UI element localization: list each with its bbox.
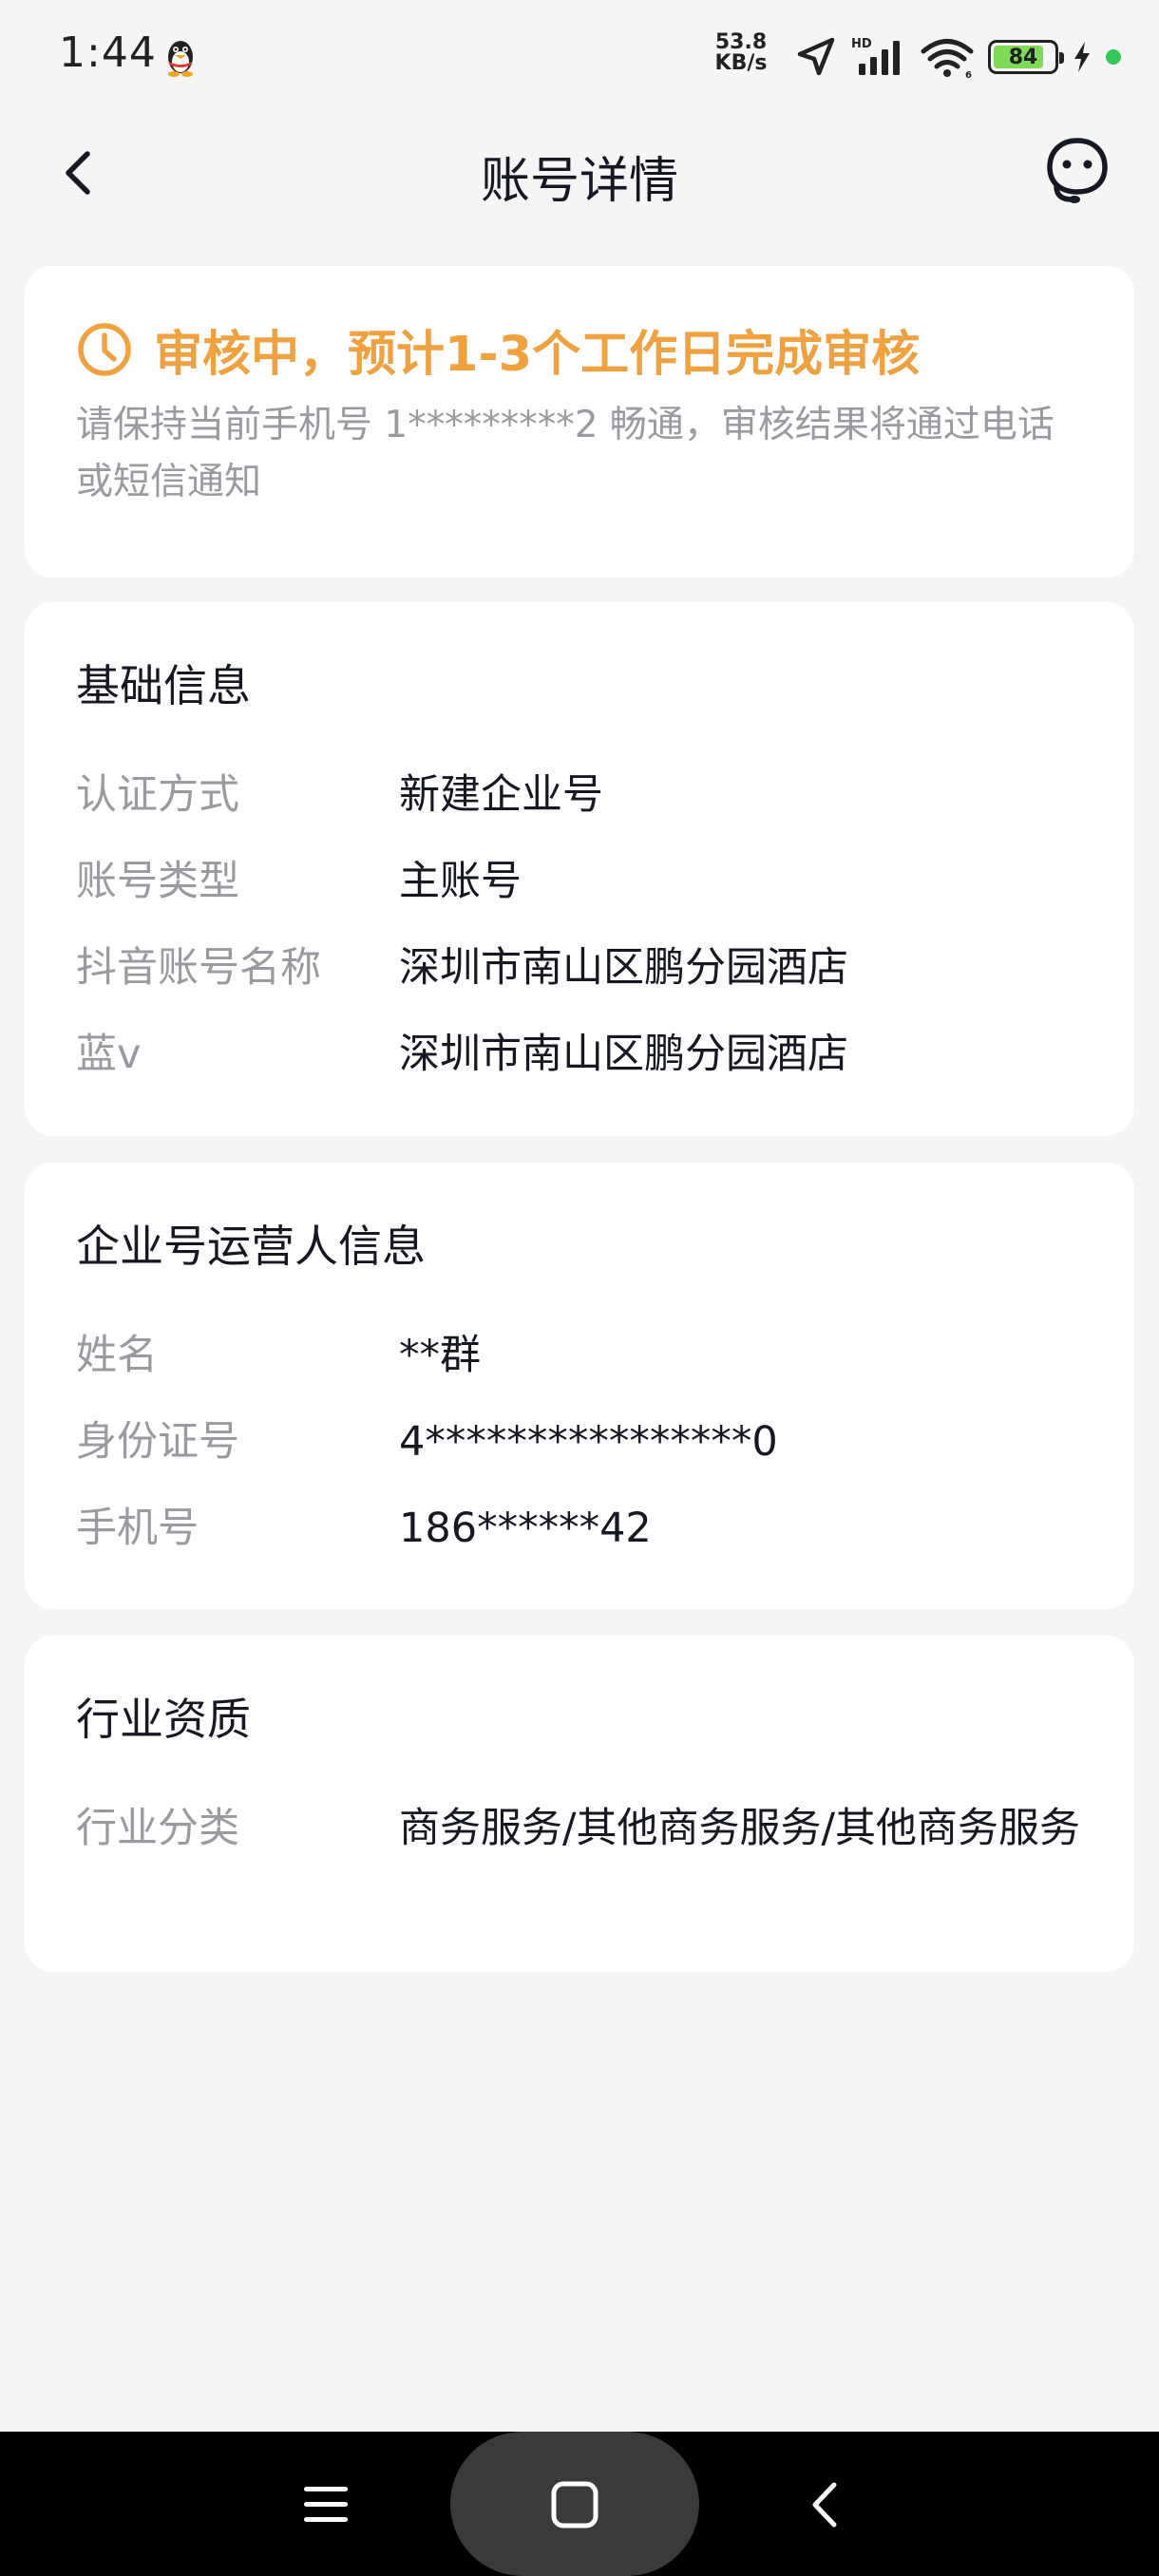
back-icon[interactable] xyxy=(804,2479,847,2530)
home-icon[interactable] xyxy=(549,2479,600,2530)
info-row-blue-v: 蓝v 深圳市南山区鹏分园酒店 xyxy=(76,1023,1096,1086)
review-status-card: 审核中，预计1-3个工作日完成审核 请保持当前手机号 1*********2 畅… xyxy=(25,266,1134,578)
page-title: 账号详情 xyxy=(480,153,678,210)
info-row-douyin-name: 抖音账号名称 深圳市南山区鹏分园酒店 xyxy=(76,937,1096,999)
review-status-header: 审核中，预计1-3个工作日完成审核 xyxy=(76,315,1083,384)
industry-info-card: 行业资质 行业分类 商务服务/其他商务服务/其他商务服务 xyxy=(25,1636,1134,1972)
svg-text:6: 6 xyxy=(965,70,972,79)
operator-info-card: 企业号运营人信息 姓名 **群 身份证号 4****************0 … xyxy=(25,1163,1134,1609)
row-label: 蓝v xyxy=(76,1031,142,1078)
basic-info-card: 基础信息 认证方式 新建企业号 账号类型 主账号 抖音账号名称 深圳市南山区鹏分… xyxy=(25,602,1134,1136)
review-status-description: 请保持当前手机号 1*********2 畅通，审核结果将通过电话或短信通知 xyxy=(76,404,1054,503)
status-time: 1:44 xyxy=(59,28,157,77)
customer-service-icon[interactable] xyxy=(1043,135,1112,207)
home-button[interactable] xyxy=(450,2432,699,2576)
row-value: 主账号 xyxy=(399,858,522,905)
info-row-id-number: 身份证号 4****************0 xyxy=(76,1411,1096,1473)
operator-info-heading: 企业号运营人信息 xyxy=(76,1221,426,1272)
row-label: 手机号 xyxy=(76,1505,199,1552)
battery-icon: 84 xyxy=(988,40,1064,74)
row-value: 4****************0 xyxy=(399,1418,778,1466)
info-row-name: 姓名 **群 xyxy=(76,1324,1096,1387)
industry-info-heading: 行业资质 xyxy=(76,1694,251,1745)
clock-icon xyxy=(78,323,131,376)
row-label: 姓名 xyxy=(76,1332,158,1379)
status-bar: 1:44 53.8 KB/s HD 6 84 xyxy=(0,0,1159,114)
info-row-industry-category: 行业分类 商务服务/其他商务服务/其他商务服务 xyxy=(76,1797,1096,1860)
row-value: **群 xyxy=(399,1332,481,1379)
wifi-icon: 6 xyxy=(921,39,974,79)
row-value: 深圳市南山区鹏分园酒店 xyxy=(399,944,848,992)
info-row-auth-method: 认证方式 新建企业号 xyxy=(76,764,1096,826)
review-status-title: 审核中，预计1-3个工作日完成审核 xyxy=(154,327,921,383)
privacy-indicator-dot xyxy=(1106,49,1121,65)
info-row-phone: 手机号 186******42 xyxy=(76,1497,1096,1560)
location-arrow-icon xyxy=(797,37,835,76)
row-value: 新建企业号 xyxy=(399,771,603,819)
battery-level: 84 xyxy=(1008,45,1038,69)
cellular-signal-icon: HD xyxy=(851,37,900,75)
row-label: 账号类型 xyxy=(76,858,239,905)
charging-bolt-icon xyxy=(1074,42,1090,72)
network-label: HD xyxy=(851,37,872,51)
row-label: 认证方式 xyxy=(76,771,239,819)
qq-penguin-icon xyxy=(168,41,193,77)
row-label: 抖音账号名称 xyxy=(76,944,321,992)
system-navigation-bar xyxy=(0,2432,1159,2576)
network-speed: 53.8 KB/s xyxy=(714,30,768,75)
row-label: 身份证号 xyxy=(76,1418,239,1466)
menu-icon[interactable] xyxy=(302,2481,350,2529)
row-label: 行业分类 xyxy=(76,1805,239,1852)
nav-bar: 账号详情 xyxy=(0,114,1159,232)
status-icons: HD 6 84 xyxy=(794,32,1121,82)
info-row-account-type: 账号类型 主账号 xyxy=(76,850,1096,913)
row-value: 186******42 xyxy=(399,1505,652,1552)
basic-info-heading: 基础信息 xyxy=(76,660,251,711)
row-value: 深圳市南山区鹏分园酒店 xyxy=(399,1031,848,1078)
row-value: 商务服务/其他商务服务/其他商务服务 xyxy=(399,1805,1080,1852)
